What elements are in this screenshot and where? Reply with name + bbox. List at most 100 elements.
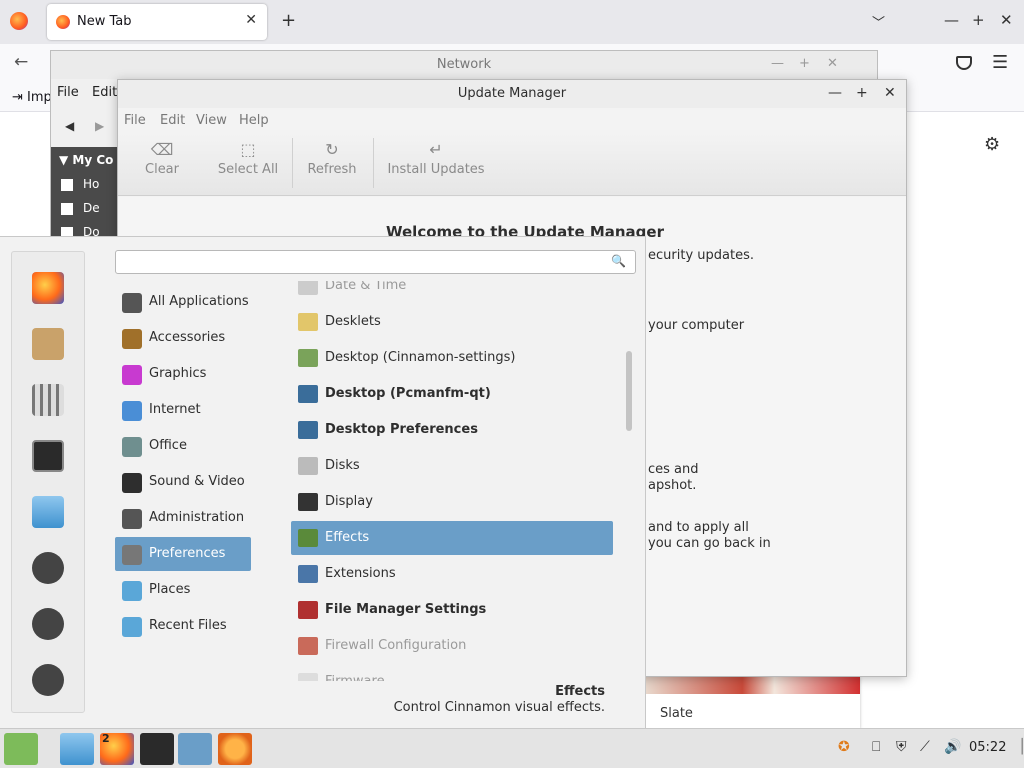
top-site-card[interactable]: Slate xyxy=(646,676,860,728)
app-list-scrollbar[interactable] xyxy=(626,351,632,431)
um-menu-help[interactable]: Help xyxy=(239,113,269,128)
new-tab-button[interactable]: + xyxy=(281,10,296,31)
mint-menu-icon[interactable] xyxy=(4,733,38,765)
net-close-icon[interactable]: ✕ xyxy=(827,56,838,71)
app-item[interactable]: Desktop (Cinnamon-settings) xyxy=(291,341,613,375)
card-label: Slate xyxy=(660,706,693,721)
app-description-title: Effects xyxy=(555,684,605,699)
category-item[interactable]: Accessories xyxy=(115,321,251,355)
category-item[interactable]: Administration xyxy=(115,501,251,535)
category-item[interactable]: Office xyxy=(115,429,251,463)
refresh-button[interactable]: ↻ Refresh xyxy=(304,138,360,192)
app-item[interactable]: Firmware xyxy=(291,665,613,681)
category-item[interactable]: Preferences xyxy=(115,537,251,571)
um-close-icon[interactable]: ✕ xyxy=(884,85,896,101)
category-item[interactable]: Graphics xyxy=(115,357,251,391)
category-label: Recent Files xyxy=(149,618,227,633)
net-menu-edit[interactable]: Edit xyxy=(92,85,117,100)
category-item[interactable]: Sound & Video xyxy=(115,465,251,499)
software-manager-icon[interactable] xyxy=(32,328,64,360)
terminal-taskbar-icon[interactable] xyxy=(140,733,174,765)
um-minimize-icon[interactable]: — xyxy=(828,85,842,101)
menu-search-input[interactable] xyxy=(116,251,596,273)
net-maximize-icon[interactable]: + xyxy=(799,56,810,71)
shield-tray-icon[interactable]: ⛨ xyxy=(896,739,907,755)
favorites-bar xyxy=(11,251,85,713)
um-menu-view[interactable]: View xyxy=(196,113,227,128)
tab-close-icon[interactable]: ✕ xyxy=(245,12,257,28)
update-manager-taskbar-icon[interactable] xyxy=(178,733,212,765)
notifications-tray-icon[interactable]: ⎕ xyxy=(872,739,880,755)
refresh-icon: ↻ xyxy=(325,140,339,159)
select-all-button[interactable]: ⬚ Select All xyxy=(212,138,284,192)
net-forward-icon[interactable]: ▶ xyxy=(95,119,104,133)
places-icon xyxy=(122,581,142,601)
category-item[interactable]: Places xyxy=(115,573,251,607)
net-sidebar-header: ▼ My Co xyxy=(59,153,114,167)
lock-screen-icon[interactable] xyxy=(32,552,64,584)
volume-tray-icon[interactable]: 🔊 xyxy=(944,739,961,755)
app-description-text: Control Cinnamon visual effects. xyxy=(393,700,605,715)
app-item[interactable]: Firewall Configuration xyxy=(291,629,613,663)
app-icon xyxy=(298,457,318,475)
app-label: Display xyxy=(325,494,373,509)
power-icon[interactable] xyxy=(32,664,64,696)
maximize-icon[interactable]: + xyxy=(972,11,985,29)
category-label: Office xyxy=(149,438,187,453)
app-label: Disks xyxy=(325,458,360,473)
gear-icon[interactable]: ⚙ xyxy=(984,134,1000,155)
app-item[interactable]: Effects xyxy=(291,521,613,555)
logout-icon[interactable] xyxy=(32,608,64,640)
category-item[interactable]: Recent Files xyxy=(115,609,251,643)
app-label: Desktop (Cinnamon-settings) xyxy=(325,350,516,365)
app-icon xyxy=(298,529,318,547)
updates-taskbar-icon[interactable] xyxy=(218,733,252,765)
system-settings-icon[interactable] xyxy=(32,384,64,416)
clear-button[interactable]: ⌫ Clear xyxy=(136,138,188,192)
app-item[interactable]: Display xyxy=(291,485,613,519)
files-launcher-icon[interactable] xyxy=(60,733,94,765)
um-menu-file[interactable]: File xyxy=(124,113,146,128)
app-item[interactable]: Date & Time xyxy=(291,281,613,303)
net-sidebar-item[interactable]: Ho xyxy=(83,177,99,191)
app-label: File Manager Settings xyxy=(325,602,487,617)
close-icon[interactable]: ✕ xyxy=(1000,11,1013,29)
toolbar-separator xyxy=(292,138,293,188)
clock[interactable]: 05:22 xyxy=(969,740,1006,755)
network-tray-icon[interactable]: ⟋ xyxy=(920,739,930,755)
app-item[interactable]: Desklets xyxy=(291,305,613,339)
tab-list-chevron-icon[interactable]: ﹀ xyxy=(872,12,885,31)
hamburger-menu-icon[interactable]: ☰ xyxy=(992,52,1008,73)
category-label: All Applications xyxy=(149,294,249,309)
app-label: Desklets xyxy=(325,314,381,329)
app-item[interactable]: Desktop Preferences xyxy=(291,413,613,447)
folder-icon[interactable] xyxy=(32,496,64,528)
minimize-icon[interactable]: — xyxy=(944,11,959,29)
taskbar: 2 ✪ ⎕ ⛨ ⟋ 🔊 05:22 ▕ xyxy=(0,728,1024,768)
menu-search-box[interactable]: 🔍 xyxy=(115,250,636,274)
update-tray-icon[interactable]: ✪ xyxy=(838,739,850,755)
install-updates-button[interactable]: ↵ Install Updates xyxy=(384,138,488,192)
app-item[interactable]: Desktop (Pcmanfm-qt) xyxy=(291,377,613,411)
category-item[interactable]: All Applications xyxy=(115,285,251,319)
terminal-icon[interactable] xyxy=(32,440,64,472)
firefox-tab-new-tab[interactable]: New Tab ✕ xyxy=(47,4,267,40)
home-icon xyxy=(61,179,73,191)
import-bookmarks-button[interactable]: ⇥ Imp xyxy=(12,90,52,105)
app-item[interactable]: Disks xyxy=(291,449,613,483)
net-back-icon[interactable]: ◀ xyxy=(65,119,74,133)
accessories-icon xyxy=(122,329,142,349)
net-sidebar-item[interactable]: De xyxy=(83,201,100,215)
back-arrow-icon[interactable]: ← xyxy=(14,52,28,72)
app-icon xyxy=(298,421,318,439)
net-menu-file[interactable]: File xyxy=(57,85,79,100)
um-menu-edit[interactable]: Edit xyxy=(160,113,185,128)
um-text-line: apshot. xyxy=(648,478,697,493)
app-item[interactable]: Extensions xyxy=(291,557,613,591)
firefox-favorite-icon[interactable] xyxy=(32,272,64,304)
um-maximize-icon[interactable]: + xyxy=(856,85,868,101)
category-item[interactable]: Internet xyxy=(115,393,251,427)
app-item[interactable]: File Manager Settings xyxy=(291,593,613,627)
net-minimize-icon[interactable]: — xyxy=(771,56,784,71)
panel-handle[interactable]: ▕ xyxy=(1012,739,1023,755)
